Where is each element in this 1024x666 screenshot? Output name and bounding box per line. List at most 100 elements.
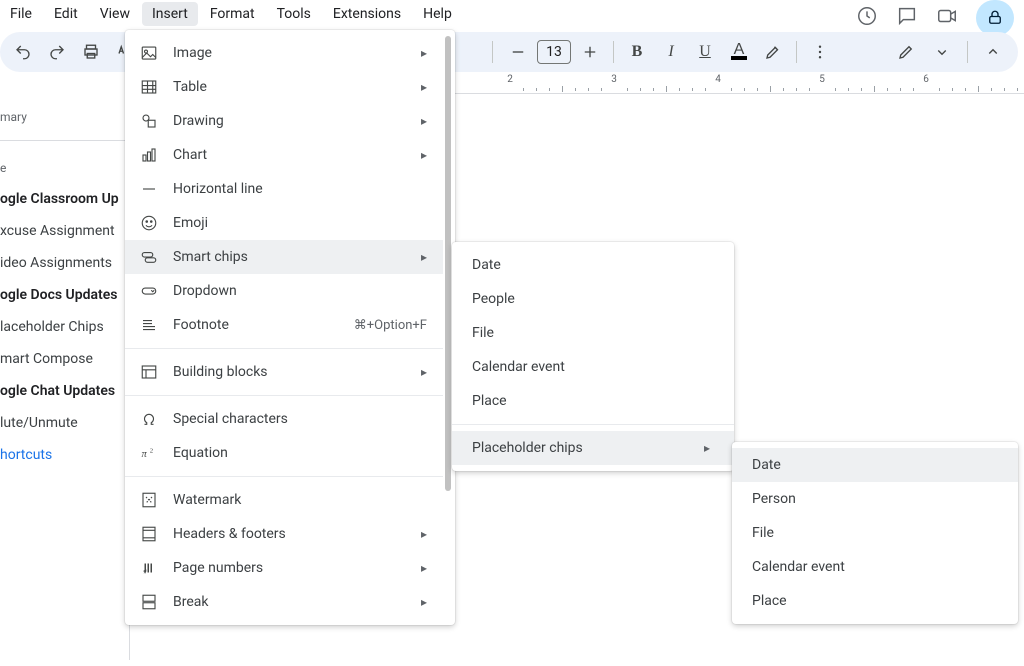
menu-edit[interactable]: Edit — [44, 2, 88, 26]
menu-item-dropdown[interactable]: Dropdown — [125, 274, 443, 308]
placeholder-item-file[interactable]: File — [732, 516, 1018, 550]
outline-item[interactable]: ideo Assignments — [0, 247, 129, 279]
menu-item-special-characters[interactable]: Special characters — [125, 402, 443, 436]
menu-item-label: Dropdown — [173, 283, 427, 299]
menu-item-break[interactable]: Break▸ — [125, 585, 443, 619]
dropdown-icon — [139, 281, 159, 301]
toolbar-separator — [967, 41, 968, 63]
menu-help[interactable]: Help — [413, 2, 462, 26]
menu-item-headers-&-footers[interactable]: Headers & footers ▸ — [125, 517, 443, 551]
menu-item-watermark[interactable]: Watermark — [125, 483, 443, 517]
menu-item-table[interactable]: Table▸ — [125, 70, 443, 104]
placeholder-chips-submenu: DatePersonFileCalendar event Place — [732, 442, 1018, 624]
editing-mode-chevron[interactable] — [927, 38, 957, 66]
chevron-right-icon: ▸ — [421, 561, 427, 575]
menu-item-image[interactable]: Image ▸ — [125, 36, 443, 70]
more-button[interactable] — [805, 38, 835, 66]
meet-icon[interactable] — [936, 5, 958, 31]
chips-icon — [139, 247, 159, 267]
insert-menu-dropdown: Image▸Table▸Drawing▸Chart▸Horizontal lin… — [125, 30, 455, 625]
submenu-item-placeholder-chips[interactable]: Placeholder chips▸ — [452, 431, 734, 465]
table-icon — [139, 77, 159, 97]
submenu-item-file[interactable]: File — [452, 316, 734, 350]
menu-item-equation[interactable]: π2Equation — [125, 436, 443, 470]
submenu-item-date[interactable]: Date — [452, 248, 734, 282]
history-icon[interactable] — [856, 5, 878, 31]
menu-item-label: Watermark — [173, 492, 427, 508]
highlight-button[interactable] — [758, 38, 788, 66]
outline-item[interactable]: ogle Docs Updates — [0, 279, 129, 311]
menu-item-label: Headers & footers — [173, 526, 407, 542]
increase-font-button[interactable] — [575, 38, 605, 66]
submenu-label: Date — [472, 257, 710, 273]
chevron-right-icon: ▸ — [421, 527, 427, 541]
print-button[interactable] — [76, 38, 106, 66]
submenu-item-calendar-event[interactable]: Calendar event — [452, 350, 734, 384]
menu-item-smart-chips[interactable]: Smart chips▸ — [125, 240, 443, 274]
menu-item-label: Horizontal line — [173, 181, 427, 197]
undo-button[interactable] — [8, 38, 38, 66]
chevron-right-icon: ▸ — [704, 441, 710, 455]
chevron-right-icon: ▸ — [421, 46, 427, 60]
menu-format[interactable]: Format — [200, 2, 265, 26]
outline-item[interactable]: mart Compose — [0, 343, 129, 375]
placeholder-item-place[interactable]: Place — [732, 584, 1018, 618]
outline-subheading: e — [0, 155, 129, 183]
menu-insert[interactable]: Insert — [142, 2, 198, 26]
menu-item-footnote[interactable]: Footnote⌘+Option+F — [125, 308, 443, 342]
pagenum-icon: # — [139, 558, 159, 578]
omega-icon — [139, 409, 159, 429]
menu-item-drawing[interactable]: Drawing▸ — [125, 104, 443, 138]
menu-view[interactable]: View — [90, 2, 140, 26]
decrease-font-button[interactable] — [503, 38, 533, 66]
submenu-label: File — [472, 325, 710, 341]
smart-chips-submenu: Date People File Calendar event Place Placeho… — [452, 242, 734, 471]
outline-item[interactable]: ogle Chat Updates — [0, 375, 129, 407]
placeholder-item-date[interactable]: Date — [732, 448, 1018, 482]
break-icon — [139, 592, 159, 612]
menu-file[interactable]: File — [0, 2, 42, 26]
menu-item-label: Image — [173, 45, 407, 61]
outline-item[interactable]: laceholder Chips — [0, 311, 129, 343]
emoji-icon — [139, 213, 159, 233]
comment-icon[interactable] — [896, 5, 918, 31]
font-size-input[interactable]: 13 — [537, 40, 571, 64]
watermark-icon — [139, 490, 159, 510]
chevron-right-icon: ▸ — [421, 365, 427, 379]
share-button[interactable] — [976, 0, 1014, 36]
equation-icon: π2 — [139, 443, 159, 463]
italic-button[interactable]: I — [656, 38, 686, 66]
font-size-group: 13 — [503, 38, 605, 66]
menu-item-label: Chart — [173, 147, 407, 163]
outline-item[interactable]: lute/Unmute — [0, 407, 129, 439]
submenu-item-place[interactable]: Place — [452, 384, 734, 418]
submenu-item-people[interactable]: People — [452, 282, 734, 316]
submenu-label: Calendar event — [472, 359, 710, 375]
hide-menus-button[interactable] — [978, 38, 1008, 66]
outline-item[interactable]: ogle Classroom Up — [0, 183, 129, 215]
image-icon — [139, 43, 159, 63]
drawing-icon — [139, 111, 159, 131]
editing-mode-button[interactable] — [891, 38, 921, 66]
menu-item-horizontal-line[interactable]: Horizontal line — [125, 172, 443, 206]
menu-item-chart[interactable]: Chart▸ — [125, 138, 443, 172]
chevron-right-icon: ▸ — [421, 80, 427, 94]
menu-item-label: Footnote — [173, 317, 340, 333]
menu-tools[interactable]: Tools — [267, 2, 321, 26]
text-color-button[interactable]: A — [724, 38, 754, 66]
chevron-right-icon: ▸ — [421, 595, 427, 609]
outline-item[interactable]: hortcuts — [0, 439, 129, 471]
submenu-label: Place — [752, 593, 994, 609]
menu-item-page-numbers[interactable]: #Page numbers▸ — [125, 551, 443, 585]
placeholder-item-calendar-event[interactable]: Calendar event — [732, 550, 1018, 584]
bold-button[interactable]: B — [622, 38, 652, 66]
placeholder-item-person[interactable]: Person — [732, 482, 1018, 516]
menu-extensions[interactable]: Extensions — [323, 2, 411, 26]
menu-item-building-blocks[interactable]: Building blocks▸ — [125, 355, 443, 389]
header-actions — [856, 0, 1014, 36]
underline-button[interactable]: U — [690, 38, 720, 66]
outline-item[interactable]: xcuse Assignment — [0, 215, 129, 247]
redo-button[interactable] — [42, 38, 72, 66]
outline-heading: mary — [0, 104, 129, 132]
menu-item-emoji[interactable]: Emoji — [125, 206, 443, 240]
